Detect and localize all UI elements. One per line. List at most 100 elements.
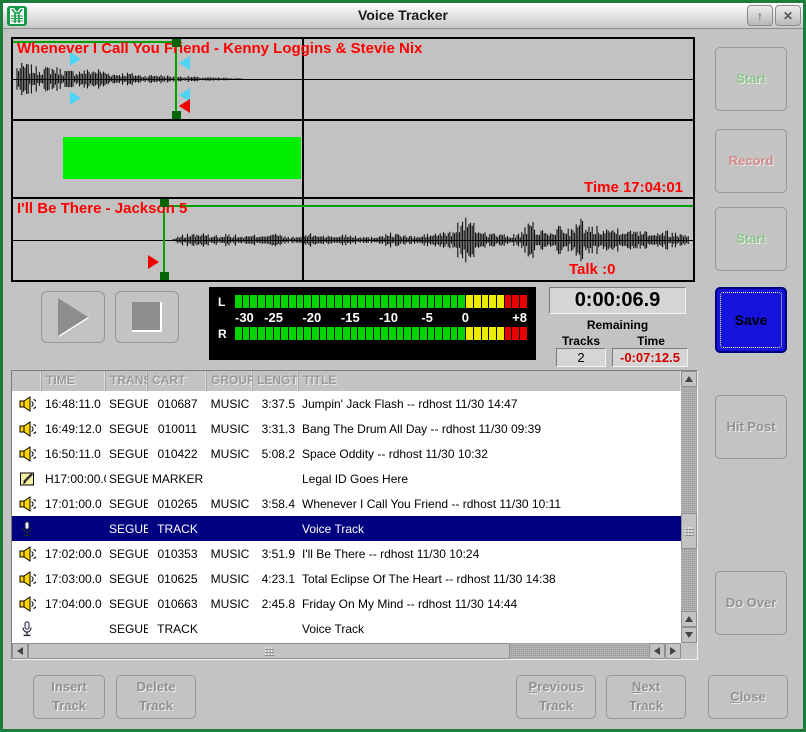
- scroll-down-button[interactable]: [681, 627, 697, 643]
- vu-right-label: R: [218, 327, 235, 341]
- table-row[interactable]: 17:02:00.0SEGUE010353MUSIC3:51.9I'll Be …: [12, 541, 681, 566]
- table-row[interactable]: SEGUETRACKVoice Track: [12, 616, 681, 641]
- delete-track-button[interactable]: Delete Track: [116, 675, 196, 719]
- table-cell: SEGUE: [106, 572, 148, 586]
- microphone-icon: [19, 521, 35, 537]
- remaining-label: Remaining: [549, 318, 686, 332]
- column-header-length[interactable]: LENGTH: [253, 371, 299, 391]
- table-cell: 17:03:00.0: [42, 572, 106, 586]
- close-button[interactable]: Close: [708, 675, 788, 719]
- track2-start-marker[interactable]: [148, 255, 159, 269]
- track1-end-marker[interactable]: [179, 99, 190, 113]
- column-header-trans[interactable]: TRANS: [106, 371, 148, 391]
- table-row[interactable]: 16:49:12.0SEGUE010011MUSIC3:31.3Bang The…: [12, 416, 681, 441]
- previous-track-button[interactable]: Previous Track: [516, 675, 596, 719]
- waveform-panel[interactable]: Whenever I Call You Friend - Kenny Loggi…: [11, 37, 695, 282]
- column-header-icon[interactable]: [12, 371, 42, 391]
- vu-scale-label: -25: [264, 310, 283, 325]
- speaker-icon: [19, 421, 36, 437]
- track1-band[interactable]: Whenever I Call You Friend - Kenny Loggi…: [13, 39, 693, 119]
- playlist-rows: 16:48:11.0SEGUE010687MUSIC3:37.5Jumpin' …: [12, 391, 681, 643]
- vu-segment: [458, 295, 465, 308]
- start-button-2[interactable]: Start: [715, 207, 787, 271]
- track1-fade-marker-top[interactable]: [70, 52, 81, 66]
- table-cell: [12, 446, 42, 462]
- vu-segment: [466, 327, 473, 340]
- shade-window-button[interactable]: ↑: [747, 5, 773, 26]
- horizontal-scrollbar[interactable]: [12, 643, 681, 659]
- play-button[interactable]: [41, 291, 105, 343]
- table-cell: 3:51.9: [253, 547, 299, 561]
- table-cell: 17:02:00.0: [42, 547, 106, 561]
- start-button-1[interactable]: Start: [715, 47, 787, 111]
- track1-segue-marker-top[interactable]: [179, 56, 190, 70]
- voice-track-band[interactable]: Time 17:04:01: [13, 119, 693, 197]
- column-header-group[interactable]: GROUP: [207, 371, 253, 391]
- close-window-button[interactable]: ✕: [775, 5, 801, 26]
- playlist-header: TIME TRANS CART GROUP LENGTH TITLE: [12, 371, 681, 391]
- vu-segment: [482, 327, 489, 340]
- title-bar[interactable]: Voice Tracker ↑ ✕: [3, 3, 803, 29]
- vu-segment: [250, 327, 257, 340]
- vu-segment: [351, 327, 358, 340]
- table-row[interactable]: 16:50:11.0SEGUE010422MUSIC5:08.2Space Od…: [12, 441, 681, 466]
- column-header-title[interactable]: TITLE: [299, 371, 681, 391]
- vu-segment: [312, 295, 319, 308]
- vu-segment: [366, 327, 373, 340]
- voice-tracker-window: Voice Tracker ↑ ✕ Whenever I Call You F: [0, 0, 806, 732]
- track2-cursor-handle-bottom[interactable]: [160, 272, 169, 280]
- scroll-up-button[interactable]: [681, 371, 697, 387]
- table-cell: MARKER: [148, 472, 207, 486]
- vu-scale-label: -20: [302, 310, 321, 325]
- vu-segment: [335, 295, 342, 308]
- remaining-tracks-label: Tracks: [551, 334, 611, 348]
- scroll-right-button[interactable]: [665, 643, 681, 659]
- table-cell: 010265: [148, 497, 207, 511]
- microphone-icon: [19, 621, 35, 637]
- vu-segment: [297, 295, 304, 308]
- track1-fade-marker-bottom[interactable]: [70, 91, 81, 105]
- save-button[interactable]: Save: [715, 287, 787, 353]
- vu-segment: [505, 327, 512, 340]
- table-row[interactable]: 16:48:11.0SEGUE010687MUSIC3:37.5Jumpin' …: [12, 391, 681, 416]
- vertical-scroll-thumb[interactable]: [681, 513, 697, 549]
- vu-segment: [443, 295, 450, 308]
- record-button[interactable]: Record: [715, 129, 787, 193]
- vu-segment: [489, 295, 496, 308]
- table-row[interactable]: 17:01:00.0SEGUE010265MUSIC3:58.4Whenever…: [12, 491, 681, 516]
- track2-band[interactable]: I'll Be There - Jackson 5 Talk :0: [13, 197, 693, 280]
- vu-segment: [443, 327, 450, 340]
- vu-segment: [428, 327, 435, 340]
- next-track-button[interactable]: Next Track: [606, 675, 686, 719]
- vu-segment: [520, 295, 527, 308]
- do-over-button[interactable]: Do Over: [715, 571, 787, 635]
- track1-cursor-handle-top[interactable]: [172, 39, 181, 47]
- horizontal-scroll-thumb[interactable]: [28, 643, 510, 659]
- stop-button[interactable]: [115, 291, 179, 343]
- vu-segment: [281, 295, 288, 308]
- scroll-left-button-2[interactable]: [649, 643, 665, 659]
- insert-track-button[interactable]: Insert Track: [33, 675, 105, 719]
- table-row[interactable]: 17:03:00.0SEGUE010625MUSIC4:23.1Total Ec…: [12, 566, 681, 591]
- table-row[interactable]: H17:00:00.0SEGUEMARKERLegal ID Goes Here: [12, 466, 681, 491]
- scroll-left-button[interactable]: [12, 643, 28, 659]
- remaining-time-label: Time: [619, 334, 683, 348]
- table-row[interactable]: 17:04:00.0SEGUE010663MUSIC2:45.8Friday O…: [12, 591, 681, 616]
- table-cell: SEGUE: [106, 547, 148, 561]
- table-row[interactable]: SEGUETRACKVoice Track: [12, 516, 681, 541]
- vu-segment: [258, 295, 265, 308]
- table-cell: H17:00:00.0: [42, 472, 106, 486]
- track2-cursor-handle-top[interactable]: [160, 199, 169, 207]
- thumb-grip: [265, 647, 274, 656]
- vu-segment: [520, 327, 527, 340]
- scroll-up-button-2[interactable]: [681, 611, 697, 627]
- track2-fade-line[interactable]: [163, 205, 693, 207]
- hit-post-button[interactable]: Hit Post: [715, 395, 787, 459]
- speaker-icon: [19, 546, 36, 562]
- voice-track-region[interactable]: [63, 137, 301, 179]
- column-header-cart[interactable]: CART: [148, 371, 207, 391]
- column-header-time[interactable]: TIME: [42, 371, 106, 391]
- vertical-scrollbar[interactable]: [681, 371, 697, 643]
- table-cell: Friday On My Mind -- rdhost 11/30 14:44: [299, 597, 681, 611]
- vu-segment: [397, 295, 404, 308]
